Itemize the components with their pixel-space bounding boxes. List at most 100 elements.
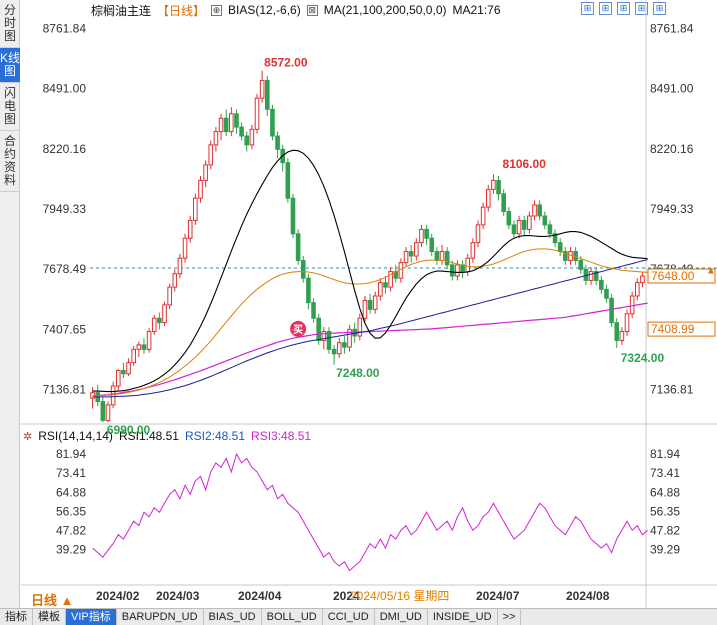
candle-body <box>342 342 347 348</box>
candle-body <box>157 317 162 324</box>
candle-body <box>193 197 198 221</box>
rsi-tick-right: 56.35 <box>650 504 680 518</box>
tab-bias[interactable]: BIAS_UD <box>204 609 262 625</box>
candle-body <box>259 79 265 99</box>
candle-body <box>640 275 645 284</box>
rsi-tick-left: 39.29 <box>56 543 86 557</box>
tab-more[interactable]: >> <box>498 609 522 625</box>
rsi-tick-right: 47.82 <box>650 524 680 538</box>
ma200-line <box>92 302 648 397</box>
candle-body <box>126 362 131 375</box>
candle-body <box>491 179 496 190</box>
candle-body <box>172 273 178 288</box>
candle-body <box>208 144 214 166</box>
candle-body <box>249 128 255 146</box>
candle-body <box>403 251 409 264</box>
candle-body <box>275 135 280 150</box>
low-label-7248: 7248.00 <box>336 366 380 380</box>
date-tick: 2024/08 <box>566 589 610 603</box>
candle-body <box>424 228 429 239</box>
candle-body <box>444 251 450 266</box>
price-tick-right: 8491.00 <box>650 82 694 96</box>
candle-body <box>542 215 548 226</box>
price-tick-left: 8491.00 <box>43 82 87 96</box>
tab-template[interactable]: 模板 <box>33 609 66 625</box>
candle-body <box>547 224 553 235</box>
bottom-tabs: 指标 模板 VIP指标 BARUPDN_UD BIAS_UD BOLL_UD C… <box>0 608 717 625</box>
candle-body <box>516 219 522 235</box>
candle-body <box>501 193 506 213</box>
buy-marker-label: 买 <box>293 324 303 336</box>
date-tick: 2024/07 <box>476 589 520 603</box>
candle-body <box>619 331 625 341</box>
candle-body <box>362 299 368 319</box>
candle-body <box>290 197 296 235</box>
high-label: 8572.00 <box>264 56 308 70</box>
candle-body <box>100 401 106 421</box>
rsi-tick-left: 73.41 <box>56 466 86 480</box>
candle-body <box>527 215 532 230</box>
candle-body <box>146 331 152 350</box>
tab-barupdn[interactable]: BARUPDN_UD <box>117 609 204 625</box>
candle-body <box>624 313 630 333</box>
candle-body <box>629 295 635 315</box>
candle-body <box>372 295 378 310</box>
candle-body <box>506 211 512 226</box>
candle-body <box>614 322 620 341</box>
candle-body <box>383 282 388 288</box>
candle-body <box>141 344 147 350</box>
candle-body <box>311 302 316 319</box>
rsi-tick-left: 64.88 <box>56 485 86 499</box>
candle-body <box>239 126 244 137</box>
tab-inside[interactable]: INSIDE_UD <box>428 609 498 625</box>
tab-vip[interactable]: VIP指标 <box>66 609 117 625</box>
low-label-7324: 7324.00 <box>621 351 665 365</box>
candle-body <box>295 233 301 261</box>
rsi-tick-right: 64.88 <box>650 485 680 499</box>
candle-body <box>131 348 136 364</box>
candle-body <box>331 348 337 355</box>
candle-body <box>254 97 260 130</box>
price-tick-left: 7407.65 <box>43 322 87 336</box>
candle-body <box>511 224 517 235</box>
candle-body <box>218 117 224 133</box>
tab-dmi[interactable]: DMI_UD <box>375 609 428 625</box>
candle-body <box>609 297 614 324</box>
current-price-label: 7648.00 <box>651 269 695 283</box>
tab-indicator[interactable]: 指标 <box>0 609 33 625</box>
candlestick-chart: 8761.84 8761.84 8491.00 8491.00 8220.16 8220.… <box>21 0 717 608</box>
candle-body <box>121 369 126 375</box>
price-tick-left: 7136.81 <box>43 383 87 397</box>
candle-body <box>151 317 157 333</box>
candle-body <box>115 369 121 387</box>
candle-body <box>378 282 383 297</box>
candle-body <box>449 264 455 277</box>
candle-body <box>270 108 275 137</box>
candle-body <box>234 113 239 128</box>
candle-body <box>604 288 609 299</box>
candle-body <box>367 299 373 310</box>
candle-body <box>599 279 604 290</box>
candle-body <box>470 242 476 259</box>
date-tick: 2024/03 <box>156 589 200 603</box>
price-up-arrow: ▲ <box>706 265 716 276</box>
tab-cci[interactable]: CCI_UD <box>323 609 375 625</box>
price-tick-left: 7949.33 <box>43 202 87 216</box>
rsi-line <box>92 452 648 572</box>
candle-body <box>465 257 471 273</box>
candle-body <box>244 135 250 146</box>
candle-body <box>105 404 111 421</box>
candle-body <box>316 317 321 341</box>
rsi-tick-right: 39.29 <box>650 543 680 557</box>
candle-body <box>336 342 342 355</box>
candle-body <box>578 259 584 270</box>
candle-body <box>521 219 527 230</box>
candle-body <box>357 317 363 337</box>
rsi-tick-left: 81.94 <box>56 447 86 461</box>
candle-body <box>182 237 188 259</box>
date-tick: 2024/02 <box>96 589 140 603</box>
tab-boll[interactable]: BOLL_UD <box>262 609 323 625</box>
high-label-8106: 8106.00 <box>503 157 547 171</box>
price-tick-right: 8761.84 <box>650 21 694 35</box>
candle-body <box>162 304 167 324</box>
